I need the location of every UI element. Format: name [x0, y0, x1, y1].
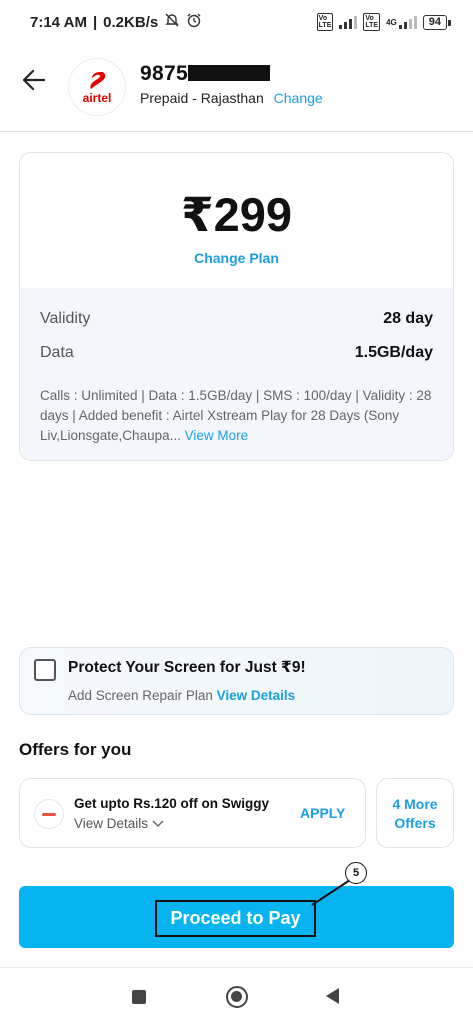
more-offers-line2: Offers — [394, 815, 436, 831]
home-icon[interactable] — [226, 986, 248, 1008]
offers-heading: Offers for you — [19, 740, 132, 759]
view-more-link[interactable]: View More — [185, 428, 249, 443]
notification-off-icon — [164, 12, 180, 32]
circle-info-line: Prepaid - Rajasthan Change — [140, 90, 323, 106]
redacted-block — [187, 65, 270, 81]
offer-view-details-label: View Details — [74, 816, 149, 831]
status-right: Vo LTE Vo LTE 4G 94 — [316, 13, 452, 31]
airtel-logo-text: airtel — [82, 90, 112, 105]
status-separator: | — [92, 13, 98, 31]
header: airtel 9875 Prepaid - Rajasthan Change — [0, 44, 473, 132]
swiggy-logo — [34, 799, 64, 829]
battery-icon: 94 — [422, 14, 452, 30]
more-offers-line1: 4 More — [392, 796, 438, 812]
pay-button-label: Proceed to Pay — [170, 908, 301, 928]
more-offers-button[interactable]: 4 More Offers — [376, 778, 454, 848]
screen-protect-checkbox[interactable] — [34, 659, 56, 681]
status-time: 7:14 AM — [30, 13, 87, 31]
swiggy-logo-mark — [42, 812, 56, 816]
plan-details: Validity 28 day Data 1.5GB/day Calls : U… — [20, 288, 453, 460]
system-nav-bar — [0, 967, 473, 1024]
change-plan-link[interactable]: Change Plan — [20, 250, 453, 266]
swiggy-offer-card[interactable]: Get upto Rs.120 off on Swiggy View Detai… — [19, 778, 366, 848]
network-type: 4G — [386, 17, 397, 27]
data-row: Data 1.5GB/day — [40, 336, 433, 370]
apply-button[interactable]: APPLY — [300, 805, 345, 821]
signal-icon-2 — [398, 15, 417, 29]
screen-protect-subtitle-text: Add Screen Repair Plan — [68, 688, 213, 703]
status-left: 7:14 AM | 0.2KB/s — [30, 12, 202, 32]
plan-card: ₹299 Change Plan Validity 28 day Data 1.… — [19, 152, 454, 461]
screen-protect-subtitle: Add Screen Repair Plan View Details — [68, 688, 295, 703]
phone-number-text: 9875 — [140, 62, 188, 85]
screen-protect-view-details[interactable]: View Details — [217, 688, 296, 703]
airtel-swirl-icon — [90, 71, 106, 89]
plan-description: Calls : Unlimited | Data : 1.5GB/day | S… — [40, 386, 433, 446]
alarm-icon — [186, 12, 202, 32]
arrow-left-icon[interactable] — [20, 66, 48, 94]
screen-protect-card[interactable]: Protect Your Screen for Just ₹9! Add Scr… — [19, 647, 454, 715]
signal-icon — [339, 15, 358, 29]
validity-row: Validity 28 day — [40, 302, 433, 336]
airtel-logo: airtel — [68, 58, 126, 116]
volte-badge: Vo LTE — [316, 13, 334, 31]
back-triangle-icon[interactable] — [326, 988, 339, 1004]
status-bar: 7:14 AM | 0.2KB/s Vo LTE Vo LTE 4G 94 — [0, 0, 473, 44]
volte-badge-2: Vo LTE — [363, 13, 381, 31]
circle-info: Prepaid - Rajasthan — [140, 90, 264, 106]
offer-view-details[interactable]: View Details — [74, 816, 164, 831]
chevron-down-icon — [152, 816, 164, 831]
pay-label-highlight: Proceed to Pay — [155, 900, 316, 937]
annotation-badge: 5 — [345, 862, 367, 884]
screen-protect-title: Protect Your Screen for Just ₹9! — [68, 659, 306, 676]
status-speed: 0.2KB/s — [103, 13, 159, 31]
offer-title: Get upto Rs.120 off on Swiggy — [74, 796, 270, 811]
phone-number: 9875 — [140, 62, 270, 86]
change-number-link[interactable]: Change — [274, 90, 323, 106]
proceed-to-pay-button[interactable]: Proceed to Pay — [19, 886, 454, 948]
data-label: Data — [40, 344, 74, 361]
recent-apps-icon[interactable] — [132, 990, 146, 1004]
data-value: 1.5GB/day — [354, 344, 433, 361]
plan-price: ₹299 — [180, 188, 293, 241]
validity-label: Validity — [40, 310, 91, 327]
validity-value: 28 day — [383, 310, 433, 327]
